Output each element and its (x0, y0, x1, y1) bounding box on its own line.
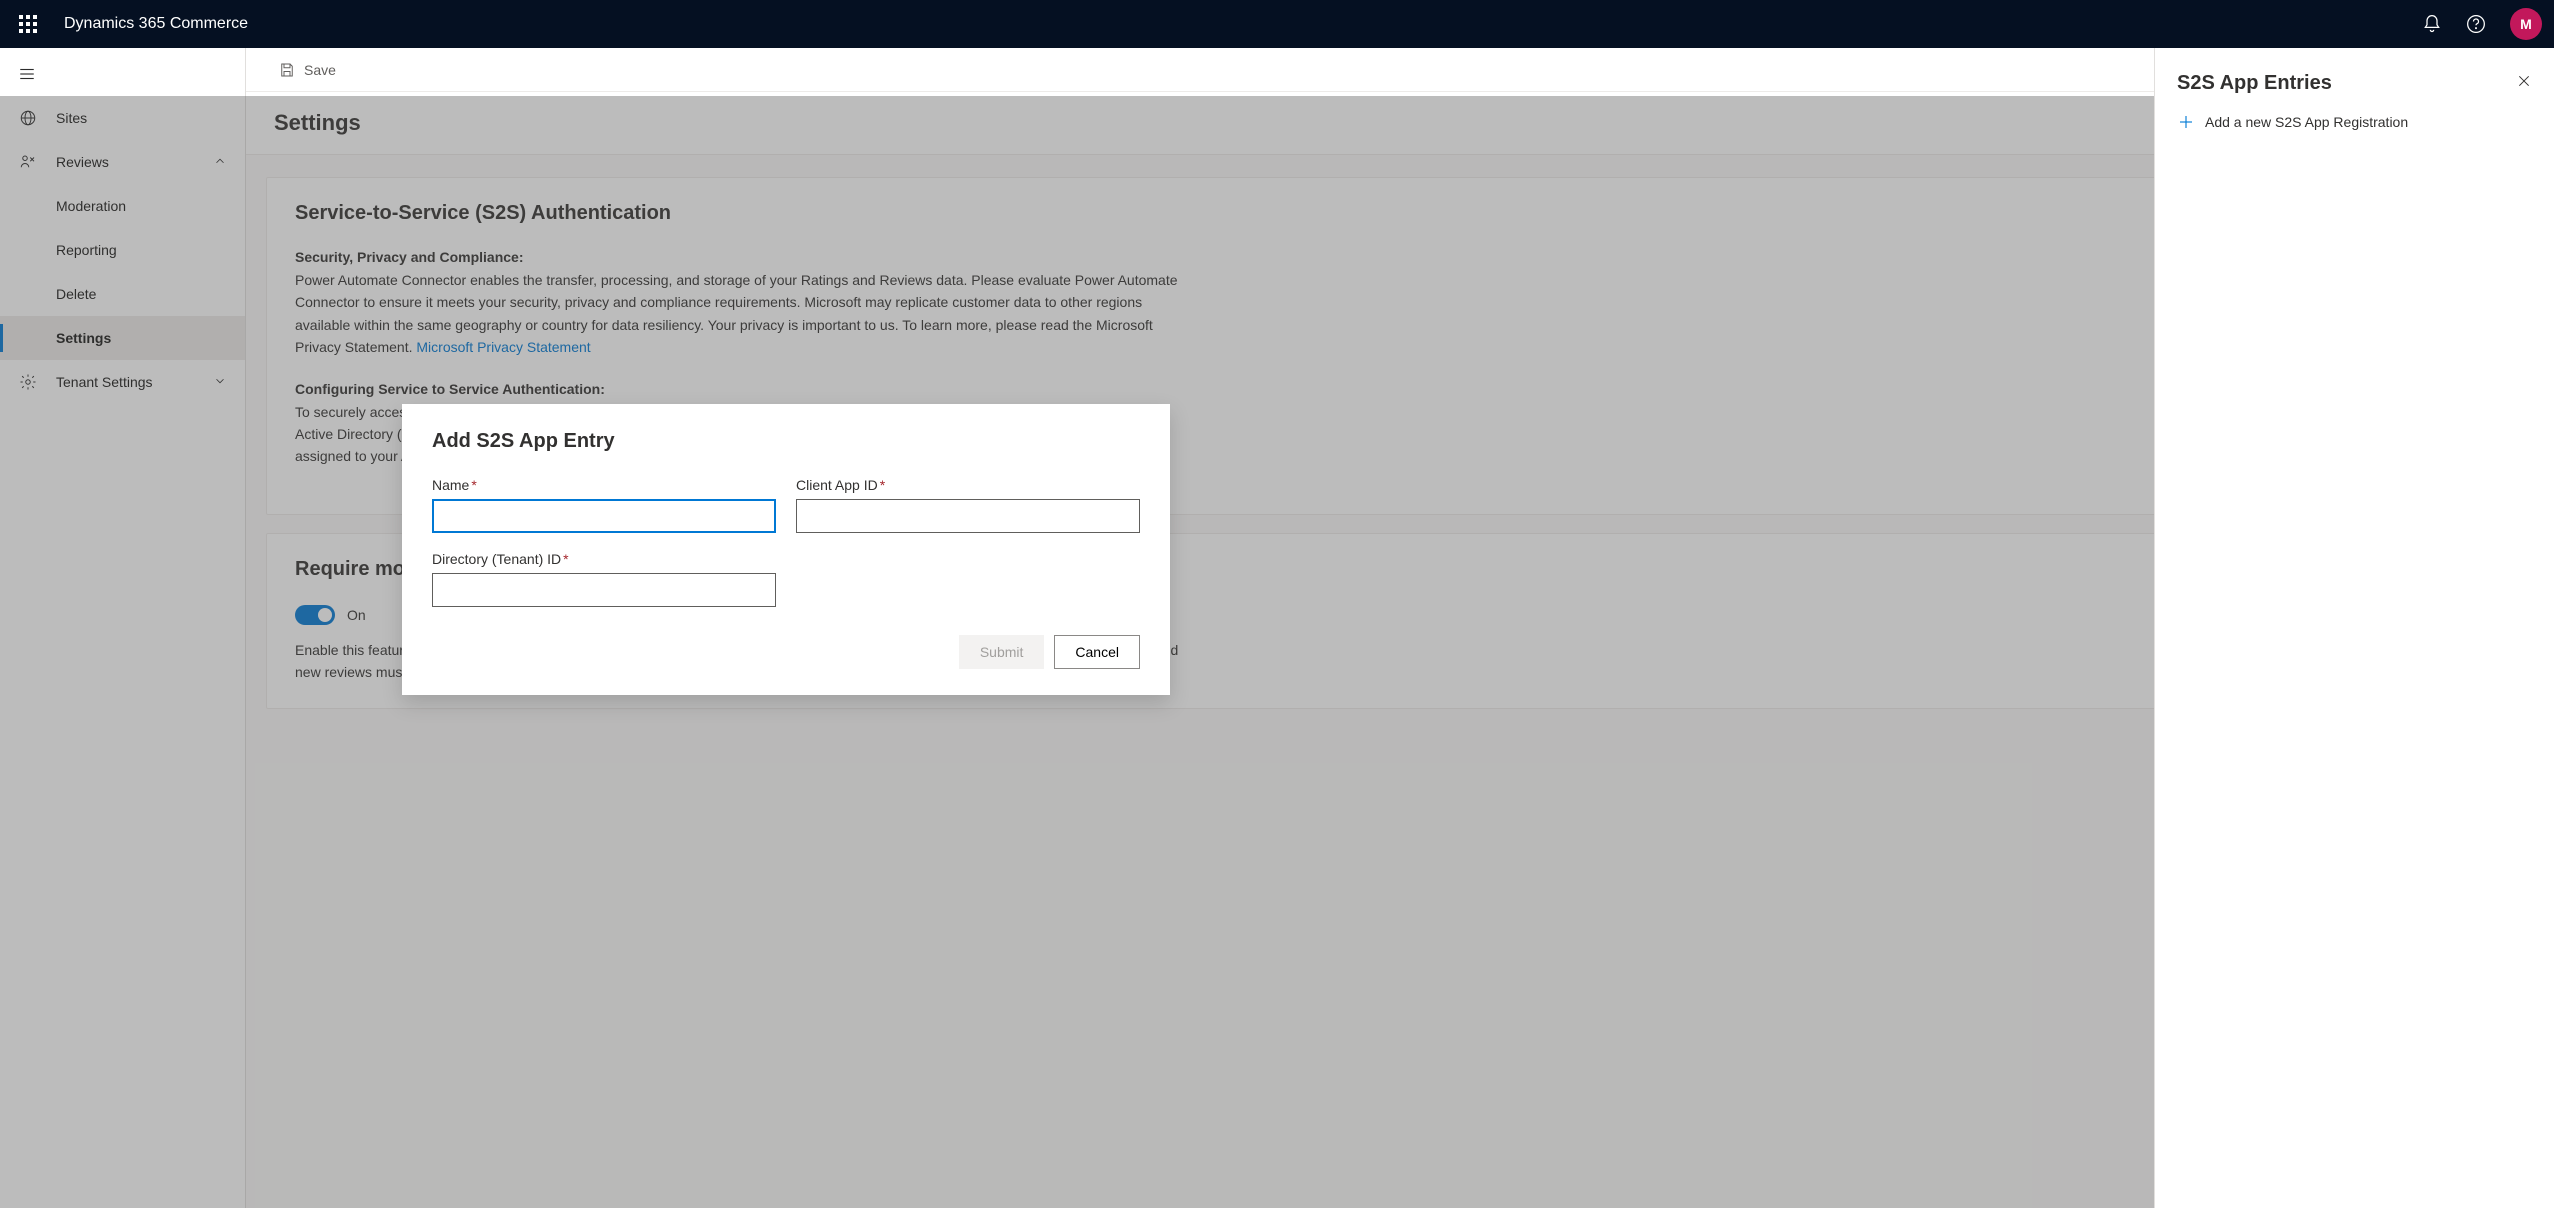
add-registration-label: Add a new S2S App Registration (2205, 114, 2408, 130)
save-button[interactable]: Save (270, 55, 344, 85)
save-label: Save (304, 62, 336, 78)
tenant-id-field: Directory (Tenant) ID* (432, 551, 776, 607)
header-right: M (2422, 8, 2542, 40)
close-icon[interactable] (2516, 73, 2532, 94)
add-registration-button[interactable]: Add a new S2S App Registration (2177, 113, 2532, 131)
notifications-icon[interactable] (2422, 14, 2442, 34)
cancel-button[interactable]: Cancel (1054, 635, 1140, 669)
header-left: Dynamics 365 Commerce (12, 8, 248, 40)
submit-button[interactable]: Submit (959, 635, 1045, 669)
client-id-label: Client App ID* (796, 477, 1140, 493)
app-title[interactable]: Dynamics 365 Commerce (64, 15, 248, 33)
app-header: Dynamics 365 Commerce M (0, 0, 2554, 48)
hamburger-icon[interactable] (18, 65, 36, 88)
avatar[interactable]: M (2510, 8, 2542, 40)
name-label: Name* (432, 477, 776, 493)
name-field: Name* (432, 477, 776, 533)
client-id-field: Client App ID* (796, 477, 1140, 533)
tenant-id-label: Directory (Tenant) ID* (432, 551, 776, 567)
dialog-title: Add S2S App Entry (432, 430, 1140, 453)
app-launcher-icon[interactable] (12, 8, 44, 40)
name-input[interactable] (432, 499, 776, 533)
right-panel: S2S App Entries Add a new S2S App Regist… (2154, 48, 2554, 1208)
add-s2s-dialog: Add S2S App Entry Name* Client App ID* D… (402, 404, 1170, 695)
help-icon[interactable] (2466, 14, 2486, 34)
tenant-id-input[interactable] (432, 573, 776, 607)
panel-title: S2S App Entries (2177, 72, 2332, 95)
client-id-input[interactable] (796, 499, 1140, 533)
